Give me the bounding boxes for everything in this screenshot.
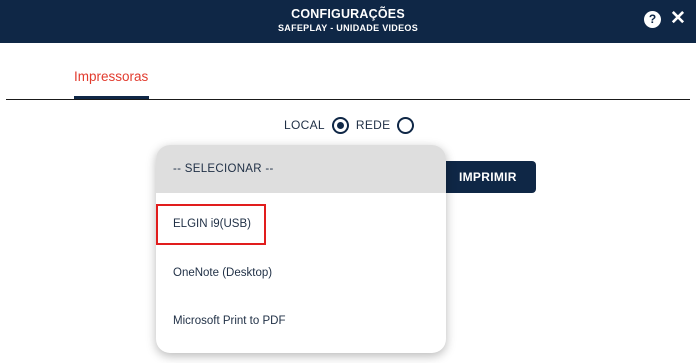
help-icon[interactable]: ?	[644, 11, 661, 28]
option-selecionar[interactable]: -- SELECIONAR --	[156, 145, 446, 193]
local-radio[interactable]	[331, 116, 349, 134]
printer-mode-selector: LOCAL REDE	[284, 115, 421, 135]
option-elgin-i9[interactable]: ELGIN i9(USB)	[156, 200, 446, 248]
rede-radio[interactable]	[397, 116, 415, 134]
option-microsoft-print-to-pdf[interactable]: Microsoft Print to PDF	[156, 297, 446, 345]
tab-bar: Impressoras	[6, 43, 690, 100]
rede-label: REDE	[355, 118, 391, 132]
print-button[interactable]: IMPRIMIR	[437, 161, 536, 193]
option-onenote[interactable]: OneNote (Desktop)	[156, 249, 446, 297]
page-title: CONFIGURAÇÕES	[291, 7, 405, 21]
local-label: LOCAL	[284, 118, 325, 132]
header-bar: CONFIGURAÇÕES SAFEPLAY - UNIDADE VIDEOS …	[0, 0, 696, 43]
close-icon[interactable]: ✕	[669, 9, 687, 29]
active-tab-indicator	[74, 96, 149, 99]
printer-dropdown-list: -- SELECIONAR -- ELGIN i9(USB) OneNote (…	[156, 145, 446, 353]
tab-impressoras[interactable]: Impressoras	[74, 69, 148, 84]
page-subtitle: SAFEPLAY - UNIDADE VIDEOS	[277, 23, 419, 33]
